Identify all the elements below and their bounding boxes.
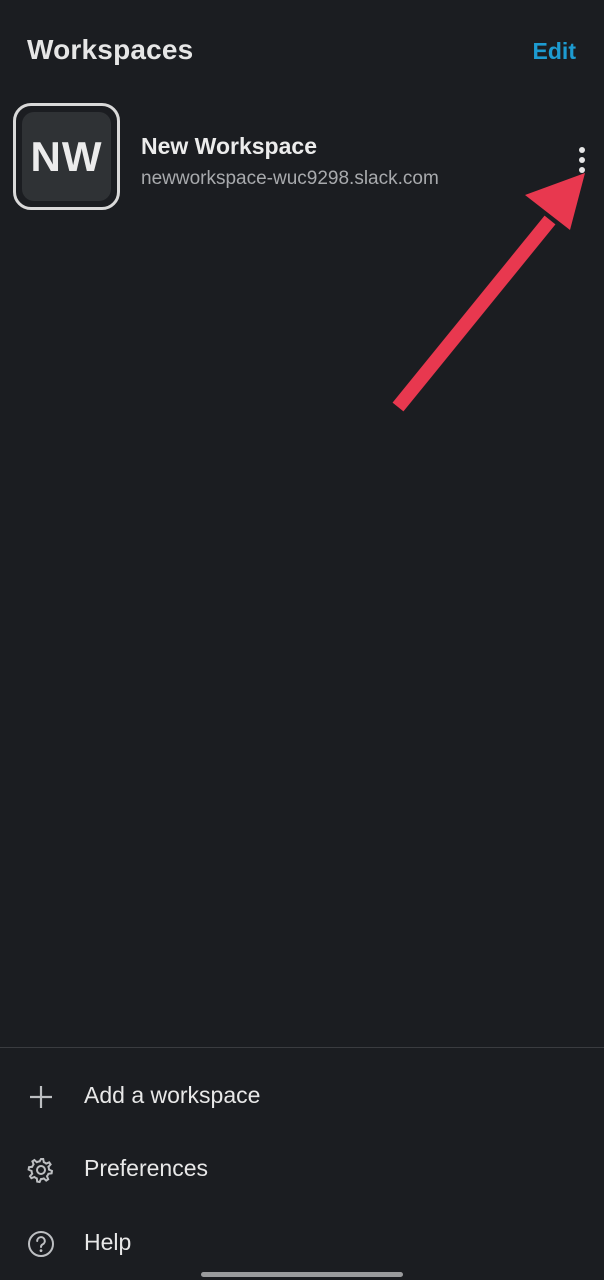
add-workspace-label: Add a workspace xyxy=(84,1082,261,1108)
workspace-name: New Workspace xyxy=(141,133,317,159)
help-circle-icon xyxy=(26,1229,56,1259)
help-button[interactable]: Help xyxy=(0,1213,604,1273)
workspace-url: newworkspace-wuc9298.slack.com xyxy=(141,168,439,189)
gear-icon xyxy=(26,1155,56,1185)
workspace-list-item[interactable]: NW New Workspace newworkspace-wuc9298.sl… xyxy=(0,100,604,220)
help-label: Help xyxy=(84,1229,132,1255)
workspace-initials: NW xyxy=(22,112,111,201)
plus-icon xyxy=(26,1082,56,1112)
preferences-button[interactable]: Preferences xyxy=(0,1139,604,1199)
workspace-avatar: NW xyxy=(13,103,120,210)
page-title: Workspaces xyxy=(27,34,194,65)
workspaces-header: Workspaces Edit xyxy=(0,0,604,100)
workspace-more-button[interactable] xyxy=(566,142,598,178)
add-workspace-button[interactable]: Add a workspace xyxy=(0,1066,604,1126)
kebab-vertical-icon xyxy=(579,147,585,173)
menu-divider xyxy=(0,1047,604,1048)
home-indicator xyxy=(201,1272,403,1277)
edit-button[interactable]: Edit xyxy=(533,38,576,65)
preferences-label: Preferences xyxy=(84,1155,209,1181)
